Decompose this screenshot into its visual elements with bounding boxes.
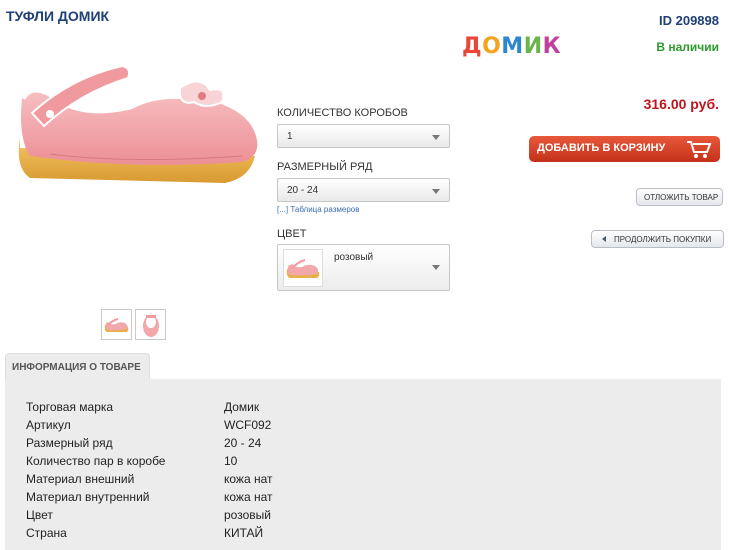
info-key: Материал внешний xyxy=(26,472,135,486)
thumbnail-image[interactable] xyxy=(135,309,166,340)
add-to-cart-label: ДОБАВИТЬ В КОРЗИНУ xyxy=(537,142,666,154)
thumbnail-image[interactable] xyxy=(101,309,132,340)
info-key: Размерный ряд xyxy=(26,436,113,450)
arrow-left-icon xyxy=(602,236,606,242)
info-key: Цвет xyxy=(26,508,53,522)
chevron-down-icon xyxy=(432,189,440,194)
info-value: 20 - 24 xyxy=(224,436,262,450)
boxes-select[interactable]: 1 xyxy=(277,124,450,148)
add-to-cart-button[interactable]: ДОБАВИТЬ В КОРЗИНУ xyxy=(529,136,720,162)
product-price: 316.00 руб. xyxy=(643,96,719,112)
brand-logo-letter: И xyxy=(523,34,543,59)
product-image[interactable] xyxy=(10,38,270,198)
info-value: розовый xyxy=(224,508,271,522)
color-swatch-image xyxy=(283,249,323,287)
size-range-select-value: 20 - 24 xyxy=(287,185,319,196)
info-value: кожа нат xyxy=(224,490,273,504)
postpone-button[interactable]: ОТЛОЖИТЬ ТОВАР xyxy=(636,188,723,206)
color-label: ЦВЕТ xyxy=(277,228,307,240)
chevron-down-icon xyxy=(432,135,440,140)
shoe-thumbnail-icon xyxy=(142,314,159,337)
info-value: 10 xyxy=(224,454,238,468)
boxes-select-value: 1 xyxy=(287,131,293,142)
info-value: кожа нат xyxy=(224,472,273,486)
boxes-label: КОЛИЧЕСТВО КОРОБОВ xyxy=(277,107,408,119)
brand-logo-letter: О xyxy=(482,34,502,59)
shoe-thumbnail-icon xyxy=(286,259,320,278)
color-select[interactable]: розовый xyxy=(277,244,450,291)
info-key: Артикул xyxy=(26,418,71,432)
brand-logo-letter: М xyxy=(501,34,524,59)
brand-logo: ДОМИК xyxy=(462,34,561,59)
info-value: КИТАЙ xyxy=(224,526,264,540)
continue-shopping-label: ПРОДОЛЖИТЬ ПОКУПКИ xyxy=(614,235,712,244)
info-value: Домик xyxy=(224,400,260,414)
info-key: Торговая марка xyxy=(26,400,114,414)
info-key: Материал внутренний xyxy=(26,490,150,504)
availability-status: В наличии xyxy=(656,40,719,54)
thumbnail-strip xyxy=(101,309,166,340)
brand-logo-letter: К xyxy=(542,34,562,59)
info-key: Количество пар в коробе xyxy=(26,454,166,468)
info-key: Страна xyxy=(26,526,67,540)
color-select-value: розовый xyxy=(334,252,374,263)
brand-logo-letter: Д xyxy=(462,34,483,59)
chevron-down-icon xyxy=(432,265,440,270)
product-id: ID 209898 xyxy=(659,13,719,28)
tab-product-info[interactable]: ИНФОРМАЦИЯ О ТОВАРЕ xyxy=(5,353,150,380)
size-table-link[interactable]: [...] Таблица размеров xyxy=(277,205,360,214)
size-range-select[interactable]: 20 - 24 xyxy=(277,178,450,202)
product-title: ТУФЛИ ДОМИК xyxy=(6,8,110,24)
shoe-thumbnail-icon xyxy=(104,317,129,332)
size-range-label: РАЗМЕРНЫЙ РЯД xyxy=(277,161,373,173)
shopping-cart-icon xyxy=(687,141,712,158)
continue-shopping-button[interactable]: ПРОДОЛЖИТЬ ПОКУПКИ xyxy=(591,230,724,248)
info-value: WCF092 xyxy=(224,418,272,432)
